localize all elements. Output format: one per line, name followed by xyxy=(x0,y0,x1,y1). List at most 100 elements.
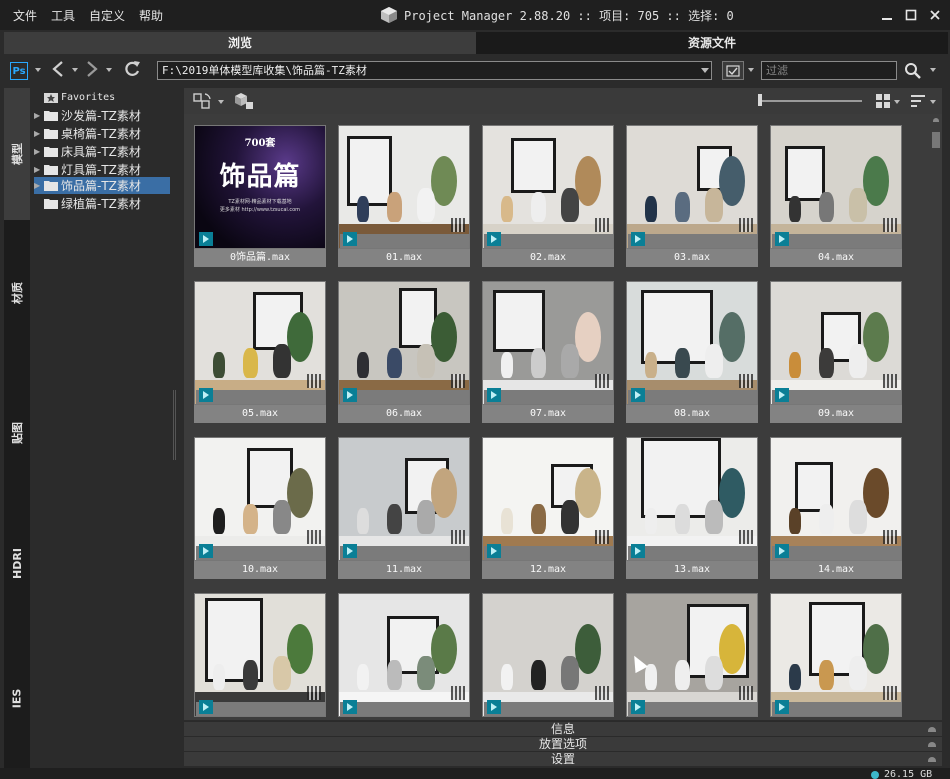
file-thumbnail[interactable]: 08.max xyxy=(626,281,758,423)
panel-info[interactable]: 信息 xyxy=(184,721,942,736)
thumbnail-strip xyxy=(628,390,757,404)
forward-icon[interactable] xyxy=(84,58,100,82)
file-thumbnail[interactable] xyxy=(482,593,614,720)
close-icon[interactable] xyxy=(926,6,944,24)
grid-view-icon[interactable] xyxy=(875,93,891,109)
thumbnail-strip xyxy=(340,546,469,560)
search-icon[interactable] xyxy=(904,62,922,80)
view-dropdown-icon[interactable] xyxy=(894,100,900,104)
tab-resources[interactable]: 资源文件 xyxy=(476,32,948,54)
file-thumbnail[interactable] xyxy=(194,593,326,720)
photoshop-icon[interactable]: Ps xyxy=(10,62,28,80)
expand-icon[interactable]: ▶ xyxy=(34,181,44,190)
refresh-icon[interactable] xyxy=(122,58,142,82)
expand-icon[interactable] xyxy=(928,727,936,732)
side-tab-materials[interactable]: 材质 xyxy=(4,228,30,358)
file-thumbnail[interactable]: 09.max xyxy=(770,281,902,423)
max-file-icon xyxy=(487,700,501,714)
thumbnail-strip xyxy=(196,702,325,716)
sort-icon[interactable] xyxy=(910,93,926,109)
max-file-icon xyxy=(199,232,213,246)
sort-dropdown-icon[interactable] xyxy=(930,100,936,104)
file-thumbnail[interactable]: 10.max xyxy=(194,437,326,579)
file-thumbnail[interactable]: 700套 饰品篇 TZ素材网-精品素材下载基地 更多素材 http://www.tzs… xyxy=(194,125,326,267)
tree-item-plants[interactable]: 绿植篇-TZ素材 xyxy=(34,195,170,212)
add-to-scene-icon[interactable] xyxy=(234,91,254,111)
minimize-icon[interactable] xyxy=(878,6,896,24)
scene-vase xyxy=(819,660,834,690)
ps-dropdown-icon[interactable] xyxy=(35,68,41,72)
expand-icon[interactable]: ▶ xyxy=(34,147,44,156)
scene-vase xyxy=(243,348,258,378)
side-tab-ies[interactable]: IES xyxy=(4,638,30,758)
scene-vase xyxy=(849,344,867,378)
side-tab-label: 材质 xyxy=(11,282,24,304)
sync-icon[interactable] xyxy=(192,91,214,111)
back-icon[interactable] xyxy=(50,58,66,82)
tree-item-beds[interactable]: ▶ 床具篇-TZ素材 xyxy=(34,143,170,160)
file-thumbnail[interactable] xyxy=(338,593,470,720)
expand-icon[interactable]: ▶ xyxy=(34,111,44,120)
file-thumbnail[interactable]: 14.max xyxy=(770,437,902,579)
panel-settings[interactable]: 设置 xyxy=(184,751,942,766)
search-dropdown-icon[interactable] xyxy=(930,68,936,72)
tab-browse[interactable]: 浏览 xyxy=(4,32,476,54)
file-thumbnail[interactable]: 05.max xyxy=(194,281,326,423)
menu-tools[interactable]: 工具 xyxy=(44,0,82,30)
file-thumbnail[interactable]: 07.max xyxy=(482,281,614,423)
filter-dropdown-icon[interactable] xyxy=(748,68,754,72)
filter-input[interactable]: 过滤 xyxy=(761,61,897,80)
side-tab-textures[interactable]: 贴图 xyxy=(4,368,30,498)
vertical-scrollbar[interactable] xyxy=(930,114,942,720)
filter-toggle-icon[interactable] xyxy=(722,61,744,80)
tree-item-tables[interactable]: ▶ 桌椅篇-TZ素材 xyxy=(34,125,170,142)
scene-vase xyxy=(273,500,291,534)
folder-icon xyxy=(44,165,58,175)
menu-help[interactable]: 帮助 xyxy=(132,0,170,30)
max-file-icon xyxy=(199,700,213,714)
file-thumbnail[interactable]: 02.max xyxy=(482,125,614,267)
expand-icon[interactable] xyxy=(928,742,936,747)
file-thumbnail[interactable]: 06.max xyxy=(338,281,470,423)
expand-icon[interactable]: ▶ xyxy=(34,129,44,138)
tree-favorites[interactable]: Favorites xyxy=(34,89,170,106)
side-tab-models[interactable]: 模型 xyxy=(4,88,30,220)
sync-dropdown-icon[interactable] xyxy=(218,100,224,104)
tree-item-sofa[interactable]: ▶ 沙发篇-TZ素材 xyxy=(34,107,170,124)
back-dropdown-icon[interactable] xyxy=(72,68,78,72)
file-thumbnail[interactable]: 11.max xyxy=(338,437,470,579)
qr-code-icon xyxy=(451,374,465,388)
panel-placement[interactable]: 放置选项 xyxy=(184,736,942,751)
side-tab-hdri[interactable]: HDRI xyxy=(4,508,30,618)
menu-file[interactable]: 文件 xyxy=(6,0,44,30)
thumbnail-size-slider[interactable] xyxy=(758,100,862,102)
file-thumbnail[interactable]: 01.max xyxy=(338,125,470,267)
cover-url: 更多素材 http://www.tzsucai.com xyxy=(219,207,301,213)
tree-item-lamps[interactable]: ▶ 灯具篇-TZ素材 xyxy=(34,161,170,178)
menu-customize[interactable]: 自定义 xyxy=(82,0,132,30)
path-dropdown-icon[interactable] xyxy=(697,61,712,80)
maximize-icon[interactable] xyxy=(902,6,920,24)
panel-splitter[interactable] xyxy=(173,390,176,460)
expand-icon[interactable] xyxy=(928,757,936,762)
file-thumbnail[interactable]: 04.max xyxy=(770,125,902,267)
scrollbar-thumb[interactable] xyxy=(932,132,940,148)
forward-dropdown-icon[interactable] xyxy=(106,68,112,72)
path-input[interactable]: F:\2019单体模型库收集\饰品篇-TZ素材 xyxy=(157,61,712,80)
qr-code-icon xyxy=(883,374,897,388)
scene-vase xyxy=(705,188,723,222)
scroll-up-icon[interactable] xyxy=(933,118,939,122)
scene-vase xyxy=(531,192,546,222)
scene-vase xyxy=(675,192,690,222)
expand-icon[interactable]: ▶ xyxy=(34,165,44,174)
file-thumbnail[interactable] xyxy=(770,593,902,720)
file-thumbnail[interactable]: 13.max xyxy=(626,437,758,579)
tree-item-decor[interactable]: ▶ 饰品篇-TZ素材 xyxy=(34,177,170,194)
file-thumbnail[interactable]: 12.max xyxy=(482,437,614,579)
scene-vase xyxy=(213,664,225,690)
file-thumbnail[interactable] xyxy=(626,593,758,720)
file-thumbnail[interactable]: 03.max xyxy=(626,125,758,267)
slider-handle[interactable] xyxy=(758,94,762,106)
cover-image: 700套 饰品篇 TZ素材网-精品素材下载基地 更多素材 http://www.tzs… xyxy=(195,126,325,248)
scene-vase xyxy=(531,660,546,690)
